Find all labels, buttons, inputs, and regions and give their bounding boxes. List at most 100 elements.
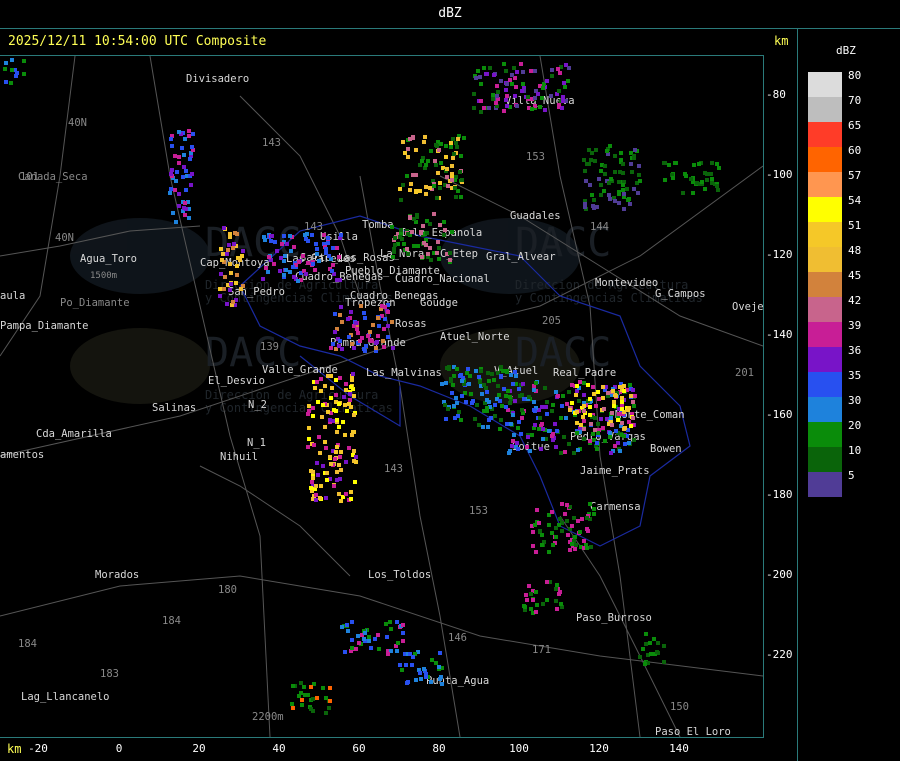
radar-map[interactable]: DACC DACC DACC DACC Direccion de Agricul… — [0, 55, 776, 738]
echo-cell — [594, 404, 598, 408]
echo-cell — [537, 521, 541, 525]
echo-cell — [225, 252, 229, 256]
echo-cell — [508, 78, 512, 82]
echo-cell — [608, 197, 612, 201]
echo-cell — [547, 550, 551, 554]
echo-cell — [674, 161, 678, 165]
echo-cell — [555, 429, 559, 433]
echo-cell — [353, 480, 357, 484]
x-tick: 60 — [352, 742, 366, 755]
echo-cell — [525, 598, 529, 602]
legend-swatch: 5 — [808, 469, 855, 497]
echo-cell — [401, 140, 405, 144]
echo-cell — [509, 373, 513, 377]
echo-cell — [619, 151, 623, 155]
echo-cell — [449, 141, 453, 145]
echo-cell — [282, 234, 286, 238]
echo-cell — [328, 686, 332, 690]
echo-cell — [505, 82, 509, 86]
echo-cell — [316, 400, 320, 404]
echo-cell — [551, 438, 555, 442]
echo-cell — [300, 703, 304, 707]
echo-cell — [311, 709, 315, 713]
echo-cell — [467, 382, 471, 386]
echo-cell — [644, 642, 648, 646]
echo-cell — [177, 155, 181, 159]
echo-cell — [703, 171, 707, 175]
echo-cell — [337, 425, 341, 429]
echo-cell — [310, 233, 314, 237]
echo-cell — [671, 176, 675, 180]
echo-cell — [531, 544, 535, 548]
echo-cell — [511, 382, 515, 386]
echo-cell — [599, 169, 603, 173]
echo-cell — [616, 418, 620, 422]
echo-cell — [421, 224, 425, 228]
echo-cell — [715, 162, 719, 166]
echo-cell — [631, 416, 635, 420]
echo-cell — [541, 427, 545, 431]
echo-cell — [401, 623, 405, 627]
echo-cell — [325, 478, 329, 482]
echo-cell — [575, 384, 579, 388]
echo-cell — [539, 447, 543, 451]
echo-cell — [432, 212, 436, 216]
echo-cell — [689, 177, 693, 181]
echo-cell — [191, 132, 195, 136]
echo-cell — [352, 449, 356, 453]
svg-text:150: 150 — [670, 701, 689, 713]
echo-cell — [620, 421, 624, 425]
echo-cell — [605, 149, 609, 153]
echo-cell — [373, 637, 377, 641]
echo-cell — [566, 79, 570, 83]
echo-cell — [630, 170, 634, 174]
echo-cell — [610, 423, 614, 427]
echo-cell — [315, 461, 319, 465]
legend-label: 39 — [848, 319, 862, 332]
window-title: dBZ — [438, 6, 462, 21]
echo-cell — [582, 437, 586, 441]
echo-cell — [607, 193, 611, 197]
echo-cell — [411, 655, 415, 659]
echo-cell — [629, 394, 633, 398]
y-tick: -160 — [766, 408, 793, 421]
y-tick: -180 — [766, 488, 793, 501]
echo-cell — [637, 164, 641, 168]
echo-cell — [313, 386, 317, 390]
echo-cell — [388, 620, 392, 624]
echo-cell — [480, 392, 484, 396]
echo-cell — [479, 110, 483, 114]
echo-cell — [607, 181, 611, 185]
echo-cell — [632, 438, 636, 442]
echo-cell — [337, 255, 341, 259]
echo-cell — [264, 266, 268, 270]
echo-cell — [318, 496, 322, 500]
echo-cell — [422, 667, 426, 671]
echo-cell — [288, 270, 292, 274]
echo-cell — [352, 346, 356, 350]
echo-cell — [612, 404, 616, 408]
echo-cell — [169, 172, 173, 176]
svg-text:Atuel_Norte: Atuel_Norte — [440, 331, 510, 343]
echo-cell — [572, 451, 576, 455]
echo-cell — [423, 135, 427, 139]
echo-cell — [582, 419, 586, 423]
echo-cell — [584, 179, 588, 183]
echo-cell — [231, 246, 235, 250]
echo-cell — [498, 399, 502, 403]
echo-cell — [620, 400, 624, 404]
svg-text:Cda_Amarilla: Cda_Amarilla — [36, 428, 112, 440]
echo-cell — [299, 691, 303, 695]
echo-cell — [328, 418, 332, 422]
echo-cell — [538, 105, 542, 109]
svg-text:Tomba: Tomba — [362, 219, 394, 231]
echo-cell — [329, 396, 333, 400]
echo-cell — [570, 383, 574, 387]
echo-cell — [350, 378, 354, 382]
echo-cell — [352, 394, 356, 398]
echo-cell — [633, 148, 637, 152]
echo-cell — [611, 389, 615, 393]
echo-cell — [466, 367, 470, 371]
echo-cell — [589, 158, 593, 162]
svg-text:Real_Padre: Real_Padre — [553, 367, 616, 379]
